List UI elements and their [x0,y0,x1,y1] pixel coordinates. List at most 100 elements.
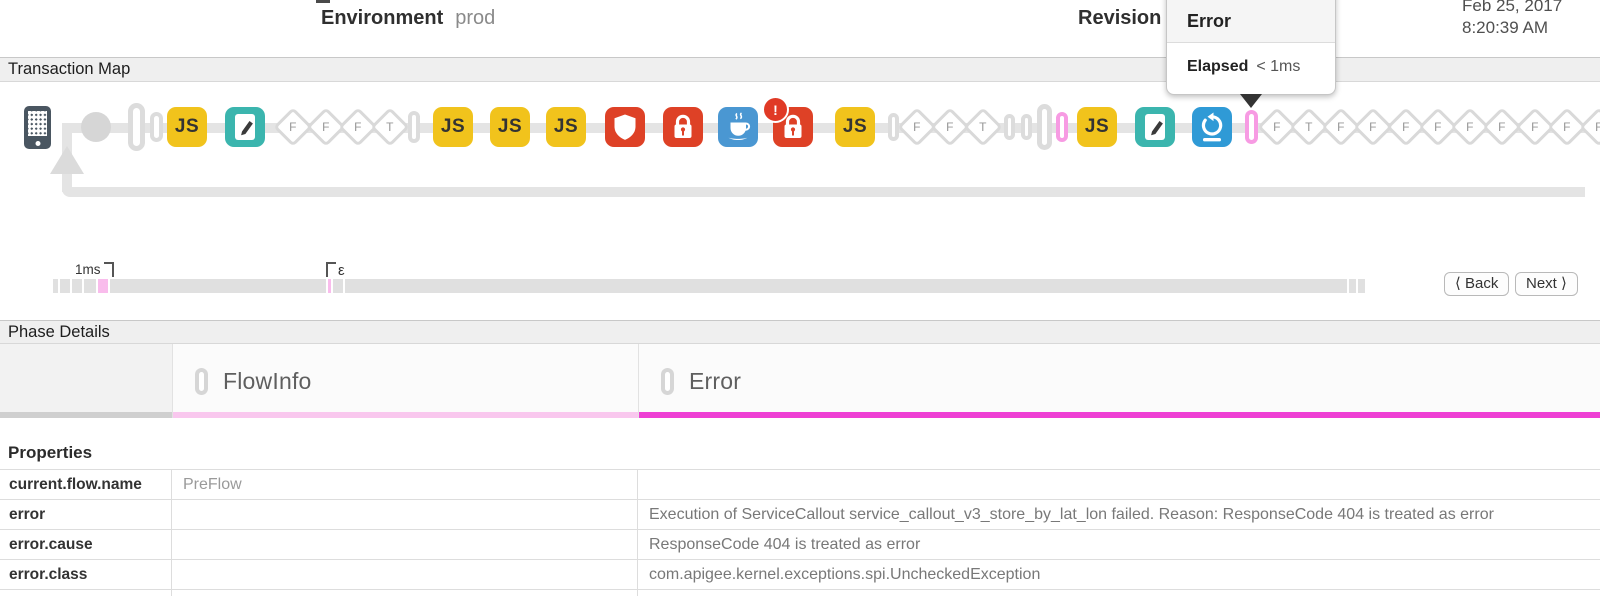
tab-error[interactable]: Error [638,344,1600,418]
timestamp-time: 8:20:39 AM [1462,17,1562,39]
flow-step-capsule[interactable] [888,113,899,141]
lock-policy-icon[interactable] [663,107,703,147]
property-name: error.cause [0,530,172,559]
property-row: error.class com.apigee.kernel.exceptions.… [0,560,1600,590]
javascript-policy-icon[interactable]: JS [1077,107,1117,147]
error-badge-icon: ! [762,96,789,123]
condition-letter: F [1498,120,1505,134]
timeline-epsilon-label: ε [338,262,345,279]
condition-diamond[interactable]: F [1579,107,1600,147]
tooltip-elapsed: Elapsed< 1ms [1167,43,1335,94]
condition-letter: F [1369,120,1376,134]
timeline-segment-selected[interactable] [98,279,108,293]
tab-label: Error [689,368,741,395]
property-value-error: com.apigee.kernel.exceptions.spi.Uncheck… [638,560,1600,589]
trace-page: Environmentprod Revision Feb 25, 2017 8:… [0,0,1600,596]
javascript-policy-icon[interactable]: JS [490,107,530,147]
transaction-map-canvas: JSFFFTJSJSJS!JSFFTJSFTFFFFFFFFF [0,82,1600,252]
timeline-1ms-marker: 1ms [75,262,114,277]
timeline-segment[interactable] [345,279,1347,293]
phase-capsule-icon [195,368,208,395]
properties-title: Properties [8,443,92,463]
condition-letter: F [354,120,361,134]
properties-table: current.flow.namePreFlowerrorExecution o… [0,469,1600,596]
timeline-segment[interactable] [333,279,343,293]
clipped-text-remnant [316,0,330,3]
timeline-segment[interactable] [72,279,82,293]
timeline-epsilon-marker: ε [326,262,345,279]
shield-policy-icon[interactable] [605,107,645,147]
condition-letter: F [946,120,953,134]
condition-letter: F [1434,120,1441,134]
timeline-segment-selected[interactable] [328,279,331,293]
condition-letter: F [1466,120,1473,134]
condition-diamond[interactable]: T [963,107,1003,147]
property-row [0,590,1600,596]
condition-letter: F [1273,120,1280,134]
timeline-segment[interactable] [1349,279,1356,293]
timeline-bar[interactable] [53,279,1365,293]
property-row: errorExecution of ServiceCallout service… [0,500,1600,530]
condition-letter: F [1531,120,1538,134]
phone-screen [28,111,47,136]
property-value-error [638,590,1600,596]
property-value-request [172,560,638,589]
property-value-request [172,590,638,596]
timeline-segment[interactable] [1358,279,1365,293]
javascript-policy-icon[interactable]: JS [546,107,586,147]
client-device-icon[interactable] [24,106,51,149]
step-tooltip: Error Elapsed< 1ms [1166,0,1336,95]
property-row: error.cause ResponseCode 404 is treated a… [0,530,1600,560]
timeline-segment[interactable] [110,279,326,293]
condition-letter: T [386,120,393,134]
phase-tabs: FlowInfo Error [0,344,1600,418]
bracket-left-icon [326,262,336,277]
transaction-map-header: Transaction Map [0,57,1600,82]
loop-arrow-policy-icon[interactable] [1192,107,1232,147]
response-arrow-icon [50,146,84,174]
timeline-segment[interactable] [84,279,96,293]
phase-tabs-spacer [0,344,172,418]
tab-underline [173,412,638,418]
timestamp-date: Feb 25, 2017 [1462,0,1562,17]
edit-policy-icon[interactable] [1135,107,1175,147]
property-value-error [638,470,1600,499]
selected-step-capsule[interactable] [1245,110,1258,144]
flow-step-capsule[interactable] [128,103,145,151]
tooltip-pointer-icon [1240,94,1262,108]
javascript-policy-icon[interactable]: JS [835,107,875,147]
flow-step-capsule[interactable] [1004,114,1015,140]
java-policy-icon[interactable] [718,107,758,147]
timeline-segment[interactable] [60,279,70,293]
flow-step-capsule[interactable] [1037,104,1052,150]
environment-label: Environment [321,7,443,29]
flow-step-capsule[interactable] [1021,114,1032,140]
javascript-policy-icon[interactable]: JS [433,107,473,147]
bracket-right-icon [104,262,114,277]
condition-letter: T [1305,120,1312,134]
timeline-segment[interactable] [53,279,58,293]
condition-diamond[interactable]: T [370,107,410,147]
property-value-request: PreFlow [172,470,638,499]
tab-label: FlowInfo [223,368,312,395]
next-button[interactable]: Next ⟩ [1515,272,1578,296]
spacer-underline [0,412,172,418]
javascript-policy-icon[interactable]: JS [167,107,207,147]
property-value-error: ResponseCode 404 is treated as error [638,530,1600,559]
flow-step-capsule[interactable] [1056,112,1068,142]
flow-step-capsule[interactable] [150,112,163,142]
flow-start-dot[interactable] [81,112,111,142]
tooltip-elapsed-label: Elapsed [1187,58,1248,75]
condition-letter: F [322,120,329,134]
property-value-request [172,530,638,559]
tab-flowinfo[interactable]: FlowInfo [172,344,638,418]
condition-letter: F [1595,120,1600,134]
back-button[interactable]: ⟨ Back [1444,272,1509,296]
condition-letter: F [1402,120,1409,134]
lock-error-policy-icon[interactable]: ! [773,107,813,147]
phase-capsule-icon [661,368,674,395]
edit-policy-icon[interactable] [225,107,265,147]
property-name: error.class [0,560,172,589]
flow-step-capsule[interactable] [408,111,420,143]
response-flow-line [62,187,1585,197]
